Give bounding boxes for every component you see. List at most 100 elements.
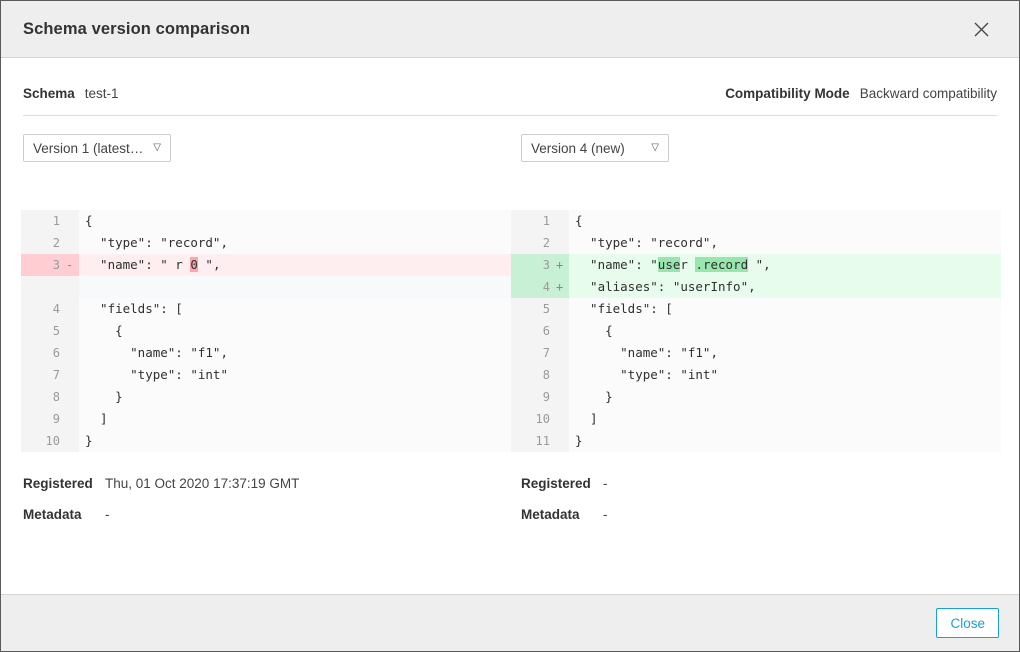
code-segment: r bbox=[680, 257, 695, 272]
version-selector-row: Version 1 (latest a… ▽ Version 4 (new) ▽ bbox=[1, 116, 1019, 162]
code-segment: } bbox=[575, 389, 613, 404]
diff-line: 7 "name": "f1", bbox=[511, 342, 1001, 364]
line-number: 8 bbox=[21, 386, 65, 408]
code-segment: "type": "record", bbox=[575, 235, 718, 250]
right-version-col: Version 4 (new) ▽ bbox=[501, 134, 1001, 162]
code-text: } bbox=[569, 386, 1001, 408]
schema-value: test-1 bbox=[85, 86, 119, 101]
code-segment: "name": "f1", bbox=[85, 345, 228, 360]
code-segment: "type": "int" bbox=[85, 367, 228, 382]
word-diff-highlight: use bbox=[658, 257, 681, 272]
diff-line: 10} bbox=[21, 430, 511, 452]
code-segment: { bbox=[85, 213, 93, 228]
dialog-title: Schema version comparison bbox=[23, 20, 961, 39]
diff-line: 5 { bbox=[21, 320, 511, 342]
diff-sign: + bbox=[555, 276, 569, 298]
metadata-pair: Registered- bbox=[521, 476, 1001, 491]
metadata-key: Registered bbox=[23, 476, 105, 491]
code-segment: "type": "int" bbox=[575, 367, 718, 382]
diff-line: 6 "name": "f1", bbox=[21, 342, 511, 364]
metadata-key: Registered bbox=[521, 476, 603, 491]
metadata-key: Metadata bbox=[23, 507, 105, 522]
diff-sign bbox=[65, 430, 79, 452]
right-version-label: Version 4 (new) bbox=[531, 141, 625, 156]
diff-line: 2 "type": "record", bbox=[21, 232, 511, 254]
diff-line: 3- "name": " r 0 ", bbox=[21, 254, 511, 276]
code-text: { bbox=[569, 320, 1001, 342]
close-icon[interactable] bbox=[961, 9, 1001, 49]
diff-sign bbox=[65, 408, 79, 430]
schema-label: Schema bbox=[23, 86, 75, 101]
line-number: 4 bbox=[21, 298, 65, 320]
schema-name-group: Schema test-1 bbox=[23, 86, 119, 101]
code-text: { bbox=[79, 320, 511, 342]
code-text: "type": "int" bbox=[569, 364, 1001, 386]
code-segment: } bbox=[85, 389, 123, 404]
left-diff-panel: 1{2 "type": "record",3- "name": " r 0 ",… bbox=[21, 210, 511, 452]
code-text: { bbox=[79, 210, 511, 232]
code-segment: } bbox=[85, 433, 93, 448]
dialog-footer: Close bbox=[1, 594, 1019, 651]
line-number: 6 bbox=[21, 342, 65, 364]
code-segment: "fields": [ bbox=[575, 301, 673, 316]
dialog-body: Schema test-1 Compatibility Mode Backwar… bbox=[1, 58, 1019, 594]
left-version-col: Version 1 (latest a… ▽ bbox=[1, 134, 501, 162]
code-segment: { bbox=[85, 323, 123, 338]
code-text: "name": "f1", bbox=[569, 342, 1001, 364]
schema-info-bar: Schema test-1 Compatibility Mode Backwar… bbox=[1, 58, 1019, 101]
code-segment: } bbox=[575, 433, 583, 448]
line-number: 11 bbox=[511, 430, 555, 452]
diff-container: 1{2 "type": "record",3- "name": " r 0 ",… bbox=[1, 210, 1019, 452]
code-text: } bbox=[79, 386, 511, 408]
diff-line: 4+ "aliases": "userInfo", bbox=[511, 276, 1001, 298]
metadata-value: - bbox=[105, 507, 110, 522]
line-number: 6 bbox=[511, 320, 555, 342]
close-button[interactable]: Close bbox=[936, 608, 999, 638]
code-segment: "name": " r bbox=[85, 257, 190, 272]
code-text: "name": "f1", bbox=[79, 342, 511, 364]
metadata-key: Metadata bbox=[521, 507, 603, 522]
line-number: 1 bbox=[511, 210, 555, 232]
diff-sign: - bbox=[65, 254, 79, 276]
line-number: 10 bbox=[511, 408, 555, 430]
right-version-dropdown[interactable]: Version 4 (new) ▽ bbox=[521, 134, 669, 162]
code-segment: ", bbox=[198, 257, 221, 272]
line-number: 2 bbox=[21, 232, 65, 254]
diff-line: 10 ] bbox=[511, 408, 1001, 430]
diff-line bbox=[21, 276, 511, 298]
diff-sign bbox=[555, 342, 569, 364]
diff-sign bbox=[555, 430, 569, 452]
code-text: "type": "int" bbox=[79, 364, 511, 386]
code-text: "fields": [ bbox=[79, 298, 511, 320]
line-number: 5 bbox=[511, 298, 555, 320]
code-segment: ] bbox=[575, 411, 598, 426]
right-diff-panel: 1{2 "type": "record",3+ "name": "user .r… bbox=[511, 210, 1001, 452]
code-segment: { bbox=[575, 323, 613, 338]
diff-line: 1{ bbox=[21, 210, 511, 232]
diff-line: 1{ bbox=[511, 210, 1001, 232]
diff-sign bbox=[555, 298, 569, 320]
left-metadata-col: RegisteredThu, 01 Oct 2020 17:37:19 GMT M… bbox=[1, 476, 501, 538]
code-text: ] bbox=[79, 408, 511, 430]
line-number: 7 bbox=[21, 364, 65, 386]
right-metadata-col: Registered-Metadata- bbox=[501, 476, 1001, 538]
diff-line: 3+ "name": "user .record ", bbox=[511, 254, 1001, 276]
dialog-header: Schema version comparison bbox=[1, 1, 1019, 58]
diff-line: 9 } bbox=[511, 386, 1001, 408]
compatibility-label: Compatibility Mode bbox=[725, 86, 850, 101]
diff-line: 2 "type": "record", bbox=[511, 232, 1001, 254]
code-text: "name": "user .record ", bbox=[569, 254, 1001, 276]
code-segment: "type": "record", bbox=[85, 235, 228, 250]
line-number: 10 bbox=[21, 430, 65, 452]
metadata-pair: RegisteredThu, 01 Oct 2020 17:37:19 GMT bbox=[23, 476, 501, 491]
code-text: } bbox=[79, 430, 511, 452]
schema-comparison-dialog: Schema version comparison Schema test-1 … bbox=[0, 0, 1020, 652]
diff-sign bbox=[65, 364, 79, 386]
left-version-dropdown[interactable]: Version 1 (latest a… ▽ bbox=[23, 134, 171, 162]
diff-sign bbox=[65, 298, 79, 320]
diff-sign bbox=[555, 386, 569, 408]
diff-sign bbox=[65, 276, 79, 298]
code-segment: "name": "f1", bbox=[575, 345, 718, 360]
code-segment: "aliases": "userInfo", bbox=[575, 279, 756, 294]
diff-sign bbox=[65, 210, 79, 232]
